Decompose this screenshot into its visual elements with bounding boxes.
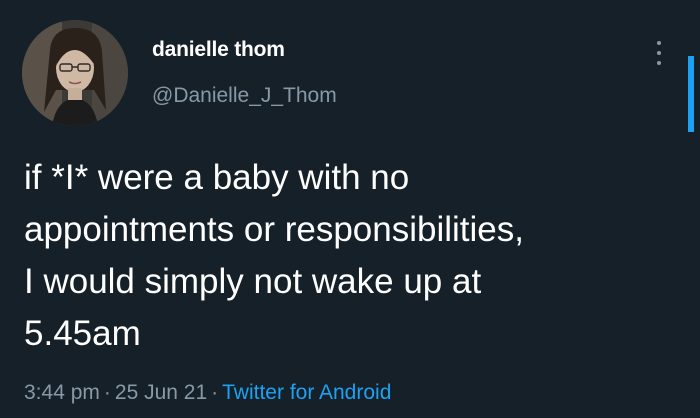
tweet-metadata: 3:44 pm · 25 Jun 21 · Twitter for Android [24,381,391,405]
profile-photo [22,20,128,126]
tweet-date[interactable]: 25 Jun 21 [115,381,207,404]
tweet-text: if *I* were a baby with no appointments … [24,152,674,360]
tweet-text-line: appointments or responsibilities, [24,210,524,249]
tweet-source-link[interactable]: Twitter for Android [222,381,391,404]
more-vertical-icon[interactable] [648,38,670,68]
avatar[interactable] [22,20,128,126]
scroll-indicator [688,56,694,132]
tweet-time[interactable]: 3:44 pm [24,381,100,404]
separator: · [211,381,219,404]
tweet: danielle thom @Danielle_J_Thom if *I* we… [0,0,700,418]
tweet-text-line: 5.45am [24,314,141,353]
display-name[interactable]: danielle thom [152,38,285,62]
user-handle[interactable]: @Danielle_J_Thom [152,84,337,108]
separator: · [103,381,111,404]
tweet-text-line: if *I* were a baby with no [24,158,410,197]
tweet-text-line: I would simply not wake up at [24,262,482,301]
